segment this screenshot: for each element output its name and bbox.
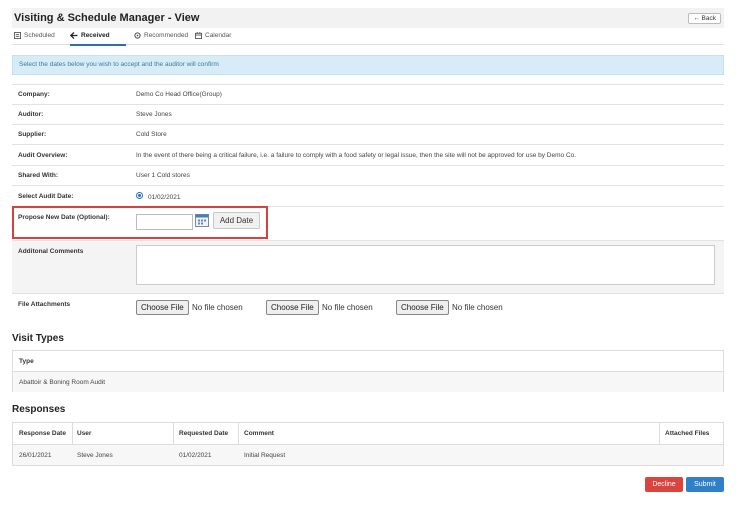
row-company: Company: Demo Co Head Office(Group)	[12, 84, 724, 104]
choose-file-button-1[interactable]: Choose File	[136, 300, 189, 315]
shared-with-label: Shared With:	[18, 172, 59, 179]
company-label: Company:	[18, 91, 50, 98]
responses-header-comment: Comment	[244, 430, 274, 437]
page-header: Visiting & Schedule Manager - View ← Bac…	[12, 8, 724, 28]
tab-received[interactable]: Received	[70, 32, 110, 39]
additional-comments-textarea[interactable]	[136, 245, 715, 285]
propose-date-input[interactable]	[136, 214, 193, 230]
page-title: Visiting & Schedule Manager - View	[14, 12, 200, 24]
tab-received-label: Received	[81, 32, 110, 39]
row-audit-overview: Audit Overview: In the event of there be…	[12, 144, 724, 165]
response-user-cell: Steve Jones	[77, 452, 113, 459]
file-status-3: No file chosen	[452, 303, 503, 312]
tab-recommended-label: Recommended	[144, 32, 189, 39]
supplier-value: Cold Store	[136, 131, 167, 138]
tab-calendar[interactable]: Calendar	[195, 32, 231, 39]
circle-icon	[134, 32, 141, 39]
file-status-2: No file chosen	[322, 303, 373, 312]
audit-date-value: 01/02/2021	[148, 194, 181, 201]
visit-types-header-type: Type	[19, 358, 34, 365]
row-shared-with: Shared With: User 1 Cold stores	[12, 165, 724, 185]
auditor-label: Auditor:	[18, 111, 44, 118]
active-tab-indicator	[70, 44, 126, 46]
responses-header-date: Response Date	[19, 430, 66, 437]
back-button[interactable]: ← Back	[688, 13, 721, 24]
calendar-list-icon	[14, 32, 21, 39]
tab-scheduled-label: Scheduled	[24, 32, 55, 39]
audit-date-radio[interactable]	[136, 192, 143, 199]
responses-header-requested-date: Requested Date	[179, 430, 229, 437]
responses-header-attached-files: Attached Files	[665, 430, 710, 437]
visit-types-table: Type Abattoir & Boning Room Audit	[12, 350, 724, 392]
choose-file-button-3[interactable]: Choose File	[396, 300, 449, 315]
add-date-button[interactable]: Add Date	[213, 212, 260, 229]
audit-overview-value: In the event of there being a critical f…	[136, 152, 577, 159]
auditor-value: Steve Jones	[136, 111, 172, 118]
row-auditor: Auditor: Steve Jones	[12, 104, 724, 124]
supplier-label: Supplier:	[18, 131, 47, 138]
select-audit-date-label: Select Audit Date:	[18, 193, 74, 200]
arrow-left-icon	[70, 32, 78, 39]
info-alert: Select the dates below you wish to accep…	[12, 55, 724, 75]
calendar-picker-icon[interactable]	[195, 213, 209, 227]
responses-header-user: User	[77, 430, 92, 437]
tab-calendar-label: Calendar	[205, 32, 232, 39]
calendar-icon	[195, 32, 202, 39]
visit-type-value: Abattoir & Boning Room Audit	[19, 379, 105, 386]
tab-bar: Scheduled Received Recommended Calendar	[12, 28, 724, 46]
decline-button[interactable]: Decline	[645, 477, 683, 492]
response-requested-date-cell: 01/02/2021	[179, 452, 212, 459]
submit-button[interactable]: Submit	[686, 477, 724, 492]
responses-table: Response Date User Requested Date Commen…	[12, 422, 724, 466]
row-supplier: Supplier: Cold Store	[12, 124, 724, 144]
responses-title: Responses	[12, 404, 66, 415]
visit-types-title: Visit Types	[12, 333, 64, 344]
file-attachments-label: File Attachments	[18, 301, 71, 308]
shared-with-value: User 1 Cold stores	[136, 172, 190, 179]
tab-recommended[interactable]: Recommended	[134, 32, 188, 39]
additional-comments-label: Additonal Comments	[18, 248, 84, 255]
tab-scheduled[interactable]: Scheduled	[14, 32, 55, 39]
row-select-audit-date: Select Audit Date: 01/02/2021	[12, 185, 724, 206]
table-row: Abattoir & Boning Room Audit	[13, 371, 723, 392]
response-comment-cell: Initial Request	[244, 452, 286, 459]
file-status-1: No file chosen	[192, 303, 243, 312]
response-date-cell: 26/01/2021	[19, 452, 52, 459]
table-row: 26/01/2021 Steve Jones 01/02/2021 Initia…	[13, 444, 723, 465]
company-value: Demo Co Head Office(Group)	[136, 91, 222, 98]
choose-file-button-2[interactable]: Choose File	[266, 300, 319, 315]
audit-overview-label: Audit Overview:	[18, 152, 68, 159]
